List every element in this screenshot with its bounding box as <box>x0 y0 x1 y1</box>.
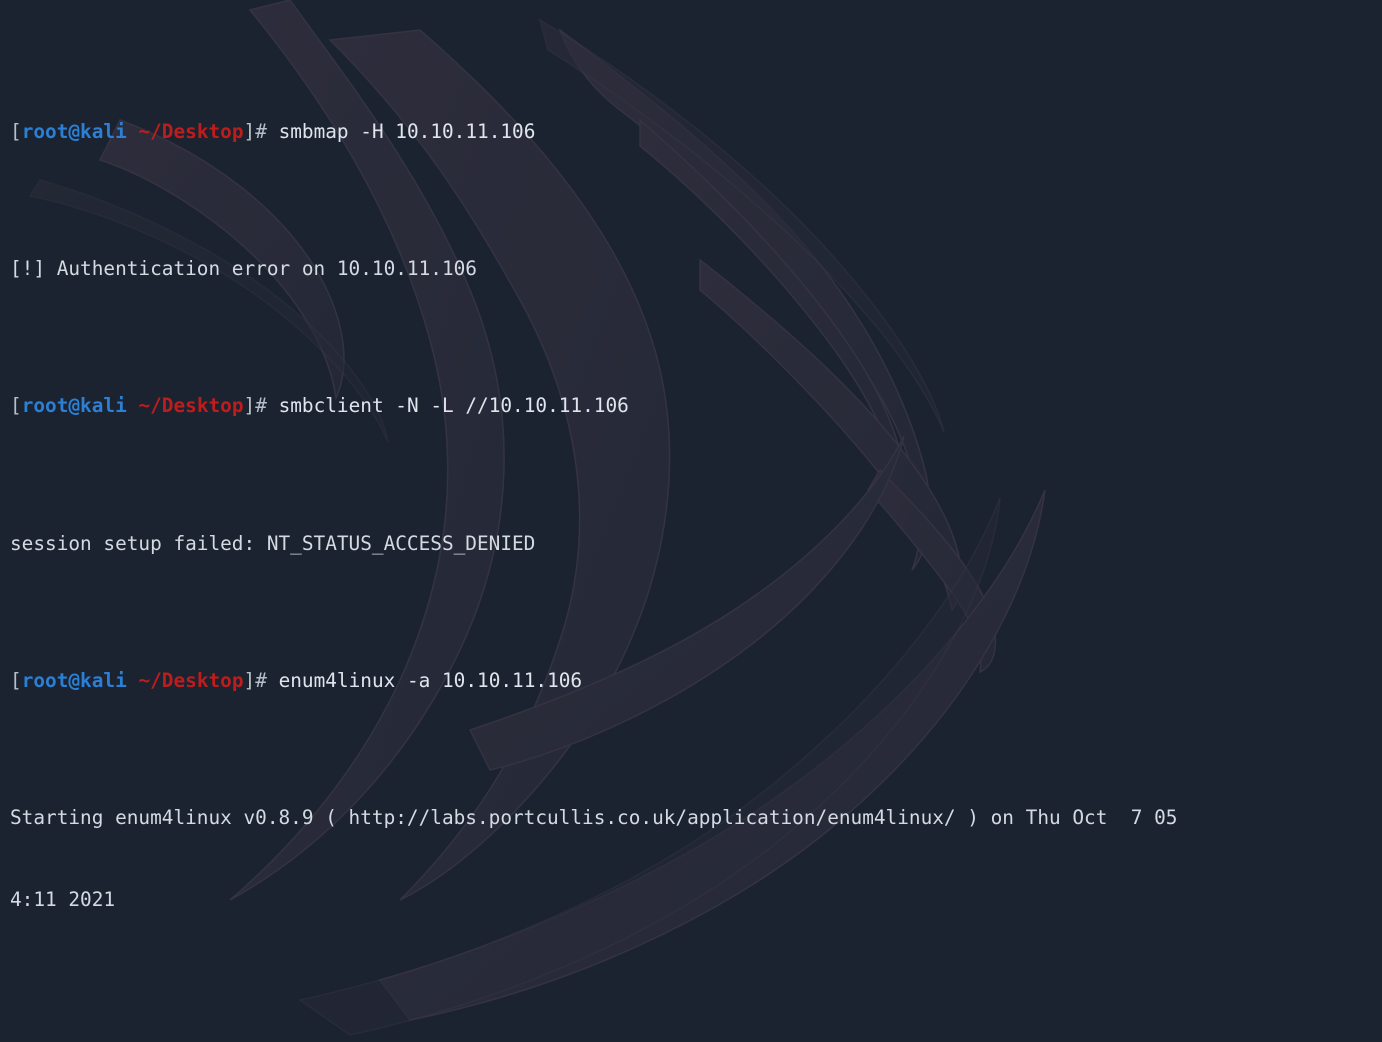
command-text: smbmap -H 10.10.11.106 <box>278 119 536 143</box>
output-session-setup-failed: session setup failed: NT_STATUS_ACCESS_D… <box>10 531 536 555</box>
command-text: smbclient -N -L //10.10.11.106 <box>278 394 629 418</box>
output-enum4linux-banner-wrap: 4:11 2021 <box>10 888 116 912</box>
prompt-path: ~/Desktop <box>138 668 244 692</box>
command-line-enum4linux: [root@kali ~/Desktop]# enum4linux -a 10.… <box>10 667 1382 694</box>
prompt-open-bracket: [ <box>10 119 22 143</box>
output-auth-error: [!] Authentication error on 10.10.11.106 <box>10 257 477 281</box>
command-text: enum4linux -a 10.10.11.106 <box>278 668 583 692</box>
command-line-smbmap: [root@kali ~/Desktop]# smbmap -H 10.10.1… <box>10 118 1382 145</box>
prompt-user-host: root@kali <box>21 668 127 692</box>
prompt-user-host: root@kali <box>21 394 127 418</box>
prompt-sigil: ]# <box>243 668 279 692</box>
prompt-open-bracket: [ <box>10 394 22 418</box>
terminal-output[interactable]: [root@kali ~/Desktop]# smbmap -H 10.10.1… <box>0 0 1382 1042</box>
command-line-smbclient: [root@kali ~/Desktop]# smbclient -N -L /… <box>10 392 1382 419</box>
prompt-sigil: ]# <box>243 119 279 143</box>
prompt-open-bracket: [ <box>10 668 22 692</box>
prompt-user-host: root@kali <box>21 119 127 143</box>
prompt-path: ~/Desktop <box>138 394 244 418</box>
terminal-window[interactable]: [root@kali ~/Desktop]# smbmap -H 10.10.1… <box>0 0 1382 1042</box>
prompt-sigil: ]# <box>243 394 279 418</box>
output-enum4linux-banner: Starting enum4linux v0.8.9 ( http://labs… <box>10 806 1178 830</box>
prompt-path: ~/Desktop <box>138 119 244 143</box>
